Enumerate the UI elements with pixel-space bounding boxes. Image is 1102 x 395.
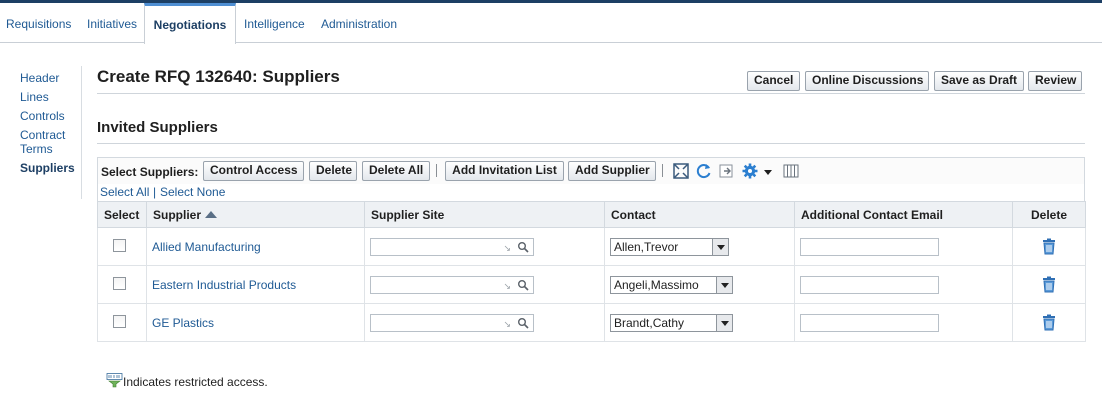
sort-ascending-icon[interactable] [205,210,218,218]
supplier-site-field: ↘ [370,275,534,294]
column-header-delete: Delete [1012,201,1086,228]
trash-icon[interactable] [1042,238,1056,255]
chevron-down-icon[interactable] [712,238,728,255]
contact-value: Brandt,Cathy [614,315,685,330]
column-header-label: Delete [1030,207,1068,222]
contact-select[interactable]: Angeli,Massimo [610,275,733,294]
search-icon[interactable] [517,317,529,329]
gear-icon[interactable] [741,162,759,180]
restricted-access-icon [106,373,123,388]
search-icon[interactable] [517,279,529,291]
section-title: Invited Suppliers [97,119,218,136]
sidenav-item-lines[interactable]: Lines [20,91,49,104]
additional-email-input[interactable] [800,275,939,294]
cancel-button[interactable]: Cancel [747,71,800,91]
select-checkbox[interactable] [113,276,126,290]
supplier-site-input[interactable] [371,276,499,293]
save-as-draft-button[interactable]: Save as Draft [934,71,1024,91]
toolbar-separator [662,164,663,177]
search-icon[interactable] [517,241,529,253]
online-discussions-button[interactable]: Online Discussions [805,71,929,91]
additional-email-input[interactable] [800,313,939,332]
table-header-row: Select Supplier Supplier Site Contact Ad… [97,201,1086,228]
column-header-label: Supplier Site [371,207,445,222]
toolbar-separator [436,164,437,177]
column-header-label: Contact [611,207,656,222]
selection-links: Select All | Select None [97,184,1085,201]
additional-email-input[interactable] [800,237,939,256]
column-header-select: Select [97,201,147,228]
tab-administration[interactable]: Administration [321,3,397,43]
delete-button[interactable]: Delete [309,161,357,181]
supplier-site-input[interactable] [371,238,499,255]
supplier-link[interactable]: GE Plastics [152,316,214,330]
supplier-site-input[interactable] [371,314,499,331]
supplier-site-field: ↘ [370,237,534,256]
chevron-down-icon[interactable] [716,314,732,331]
add-invitation-list-button[interactable]: Add Invitation List [445,161,564,181]
tab-requisitions[interactable]: Requisitions [6,3,71,43]
sidenav-item-suppliers[interactable]: Suppliers [20,162,75,175]
detach-icon[interactable] [672,162,690,180]
tab-negotiations[interactable]: Negotiations [144,3,236,44]
column-header-contact: Contact [604,201,795,228]
suppliers-toolbar: Select Suppliers: Control Access Delete … [97,157,1085,184]
page-title: Create RFQ 132640: Suppliers [97,67,340,86]
link-separator: | [153,185,157,199]
contact-select[interactable]: Brandt,Cathy [610,313,733,332]
control-access-button[interactable]: Control Access [203,161,304,181]
column-header-label: Additional Contact Email [801,207,944,222]
lov-arrow-icon: ↘ [503,318,511,329]
column-header-additional-email: Additional Contact Email [794,201,1013,228]
table-row: Eastern Industrial Products ↘ Angeli,Mas… [97,265,1086,304]
lov-arrow-icon: ↘ [503,242,511,253]
column-header-label: Supplier [153,207,202,222]
contact-value: Angeli,Massimo [614,277,699,292]
trash-icon[interactable] [1042,314,1056,331]
refresh-icon[interactable] [695,162,713,180]
chevron-down-icon[interactable] [716,276,732,293]
tab-initiatives[interactable]: Initiatives [87,3,137,43]
column-header-supplier[interactable]: Supplier [146,201,365,228]
title-divider [97,93,1085,94]
delete-all-button[interactable]: Delete All [362,161,430,181]
suppliers-table: Select Supplier Supplier Site Contact Ad… [97,201,1086,342]
select-checkbox[interactable] [113,314,126,328]
section-divider [97,143,1085,144]
contact-select[interactable]: Allen,Trevor [610,237,729,256]
select-none-link[interactable]: Select None [160,185,225,199]
toolbar-label: Select Suppliers: [101,165,199,179]
select-all-link[interactable]: Select All [100,185,149,199]
main-tabs: Requisitions Initiatives Negotiations In… [0,3,1102,44]
sidenav-item-controls[interactable]: Controls [20,110,65,123]
chevron-down-icon[interactable] [762,162,774,180]
footnote-text: Indicates restricted access. [123,375,268,389]
supplier-site-field: ↘ [370,313,534,332]
export-icon[interactable] [718,162,736,180]
column-header-label: Select [104,207,140,222]
lov-arrow-icon: ↘ [503,280,511,291]
table-row: GE Plastics ↘ Brandt,Cathy [97,303,1086,342]
sidenav-item-contract[interactable]: Contract [20,129,65,142]
supplier-link[interactable]: Eastern Industrial Products [152,278,296,292]
add-supplier-button[interactable]: Add Supplier [568,161,656,181]
train-navigation: Header Lines Controls Contract Terms Sup… [0,66,82,199]
select-checkbox[interactable] [113,238,126,252]
tab-intelligence[interactable]: Intelligence [244,3,305,43]
supplier-link[interactable]: Allied Manufacturing [152,240,261,254]
sidenav-item-header[interactable]: Header [20,72,59,85]
sidenav-item-terms[interactable]: Terms [20,143,53,156]
contact-value: Allen,Trevor [614,239,679,254]
column-header-supplier-site: Supplier Site [364,201,605,228]
columns-icon[interactable] [782,162,800,180]
review-button[interactable]: Review [1028,71,1082,91]
trash-icon[interactable] [1042,276,1056,293]
footnote: Indicates restricted access. [106,373,268,389]
table-row: Allied Manufacturing ↘ Allen,Trevor [97,227,1086,266]
